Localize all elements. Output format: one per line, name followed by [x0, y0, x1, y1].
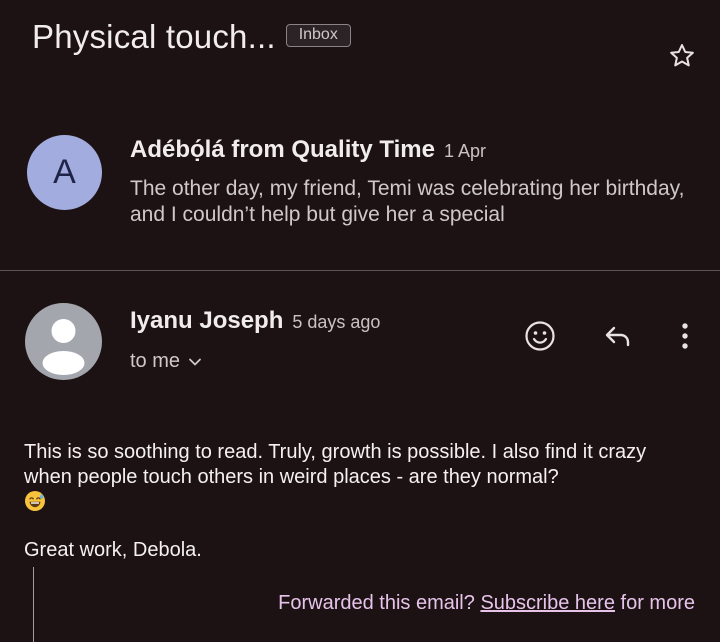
reply-button[interactable]: [600, 318, 636, 354]
collapsed-message-header[interactable]: Adébọ́lá from Quality Time 1 Apr: [130, 136, 486, 164]
subscribe-link[interactable]: Subscribe here: [480, 592, 615, 614]
recipients-toggle[interactable]: to me: [130, 350, 202, 373]
message-divider: [0, 270, 720, 271]
thread-header: Physical touch... Inbox: [32, 18, 351, 56]
thread-subject: Physical touch...: [32, 18, 276, 55]
star-outline-icon: [670, 44, 694, 67]
add-reaction-button[interactable]: [522, 318, 558, 354]
avatar-initial: A: [53, 153, 76, 191]
quote-border: [33, 567, 34, 642]
sender-avatar[interactable]: [25, 303, 102, 380]
sender-avatar[interactable]: A: [27, 135, 102, 210]
more-options-button[interactable]: [667, 318, 703, 354]
reply-arrow-icon: [605, 326, 630, 347]
message-signoff: Great work, Debola.: [24, 539, 202, 561]
message-snippet[interactable]: The other day, my friend, Temi was celeb…: [130, 176, 690, 228]
grinning-sweat-emoji-icon: [25, 491, 45, 511]
message-date: 5 days ago: [292, 312, 381, 332]
message-body: This is so soothing to read. Truly, grow…: [24, 440, 694, 516]
recipients-label: to me: [130, 350, 181, 372]
more-vertical-icon: [682, 323, 688, 349]
expanded-message-header[interactable]: Iyanu Joseph 5 days ago: [130, 307, 380, 335]
inbox-label-chip[interactable]: Inbox: [285, 23, 351, 47]
newsletter-footer: Forwarded this email? Subscribe here for…: [278, 592, 695, 615]
footer-prefix: Forwarded this email?: [278, 592, 475, 614]
sender-name: Iyanu Joseph: [130, 307, 284, 334]
star-button[interactable]: [664, 38, 700, 74]
chevron-down-icon: [188, 357, 202, 367]
footer-suffix: for more: [620, 592, 695, 614]
message-date: 1 Apr: [443, 141, 486, 161]
body-paragraph: This is so soothing to read. Truly, grow…: [24, 441, 647, 488]
person-icon: [42, 319, 85, 375]
smiley-face-icon: [525, 321, 555, 351]
sender-name: Adébọ́lá from Quality Time: [130, 136, 435, 163]
